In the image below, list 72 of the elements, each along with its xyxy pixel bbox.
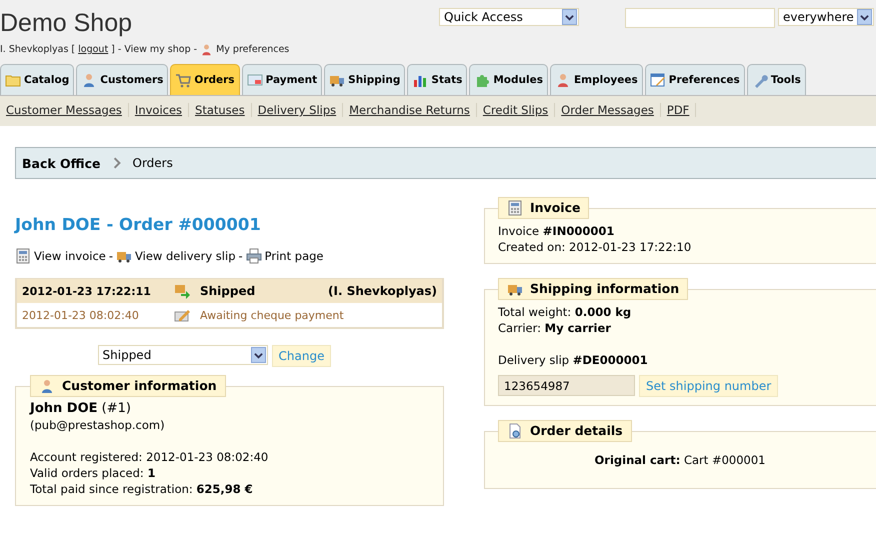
- info-line: Account registered: 2012-01-23 08:02:40: [30, 449, 270, 465]
- subnav-link[interactable]: Credit Slips: [476, 103, 556, 117]
- order-link[interactable]: View delivery slip: [135, 249, 236, 263]
- panel-title: Shipping information: [530, 281, 680, 297]
- subnav-link[interactable]: PDF: [660, 103, 696, 117]
- info-line: Created on: 2012-01-23 17:22:10: [498, 239, 692, 255]
- panel-title: Invoice: [530, 200, 580, 216]
- history-date: 2012-01-23 08:02:40: [22, 308, 140, 322]
- shop-title: Demo Shop: [0, 8, 134, 38]
- info-line: Total paid since registration: 625,98 €: [30, 481, 254, 497]
- nav-tab[interactable]: Modules: [469, 64, 548, 95]
- subnav-link[interactable]: Delivery Slips: [252, 103, 344, 117]
- status-select[interactable]: Shipped: [98, 345, 268, 365]
- truck-arrow-icon: [174, 283, 190, 299]
- history-employee: (I. Shevkoplyas): [328, 284, 437, 298]
- info-line: Carrier: My carrier: [498, 320, 612, 336]
- customer-email: (pub@prestashop.com): [30, 417, 166, 433]
- caret-icon: [562, 9, 577, 25]
- nav-tab[interactable]: Preferences: [644, 64, 745, 95]
- view-shop-link[interactable]: ] - View my shop -: [111, 44, 198, 55]
- history-status: Shipped: [200, 284, 256, 298]
- info-line: Delivery slip #DE000001: [498, 352, 649, 368]
- nav-tab[interactable]: Tools: [746, 64, 806, 95]
- printer-icon: [246, 248, 262, 264]
- card-icon: [246, 72, 263, 88]
- tracking-number-field[interactable]: 123654987: [498, 375, 635, 396]
- order-link[interactable]: View invoice: [34, 249, 106, 263]
- separator: -: [238, 249, 243, 263]
- window-pencil-icon: [650, 72, 666, 88]
- search-field[interactable]: [625, 8, 775, 28]
- person-icon: [39, 378, 55, 394]
- info-line: Valid orders placed: 1: [30, 465, 156, 481]
- search-scope-select[interactable]: everywhere: [778, 8, 874, 26]
- nav-tab[interactable]: Shipping: [324, 64, 406, 95]
- puzzle-icon: [474, 72, 490, 88]
- document-magnifier-icon: [507, 423, 523, 439]
- caret-icon: [250, 347, 266, 363]
- breadcrumb-item[interactable]: Back Office: [22, 156, 100, 170]
- separator: -: [108, 249, 114, 263]
- nav-tab[interactable]: Payment: [242, 64, 322, 95]
- person-icon: [200, 43, 214, 56]
- order-link[interactable]: Print page: [264, 249, 324, 263]
- history-date: 2012-01-23 17:22:11: [22, 284, 152, 298]
- subnav-link[interactable]: Customer Messages: [0, 103, 129, 117]
- nav-tab[interactable]: Customers: [76, 64, 168, 95]
- order-title: John DOE - Order #000001: [15, 215, 262, 234]
- pencil-icon: [174, 307, 190, 323]
- breadcrumb-item: Orders: [132, 156, 173, 170]
- subnav-link[interactable]: Merchandise Returns: [343, 103, 477, 117]
- user-name: I. Shevkoplyas [: [0, 44, 76, 55]
- nav-tab[interactable]: Orders: [170, 64, 240, 95]
- panel-title: Order details: [530, 423, 623, 439]
- nav-tab[interactable]: Stats: [407, 64, 468, 95]
- logout-link[interactable]: logout: [78, 44, 108, 55]
- nav-tab[interactable]: Employees: [550, 64, 643, 95]
- history-status: Awaiting cheque payment: [200, 308, 345, 322]
- info-line: Original cart: Cart #000001: [594, 452, 766, 468]
- subnav-link[interactable]: Invoices: [128, 103, 190, 117]
- info-line: Invoice #IN000001: [498, 223, 616, 239]
- subnav-link[interactable]: Statuses: [189, 103, 252, 117]
- cart-icon: [175, 72, 192, 88]
- caret-icon: [857, 9, 872, 25]
- nav-tab[interactable]: Catalog: [0, 64, 74, 95]
- panel-title: Customer information: [62, 378, 217, 394]
- subnav-link[interactable]: Order Messages: [555, 103, 661, 117]
- info-line: Total weight: 0.000 kg: [498, 304, 632, 320]
- calculator-icon: [15, 248, 31, 264]
- chevron-icon: [112, 157, 120, 169]
- customer-name: John DOE (#1): [30, 401, 132, 417]
- calculator-icon: [507, 200, 523, 216]
- quick-access-select[interactable]: Quick Access: [439, 8, 579, 26]
- preferences-link[interactable]: My preferences: [216, 44, 290, 55]
